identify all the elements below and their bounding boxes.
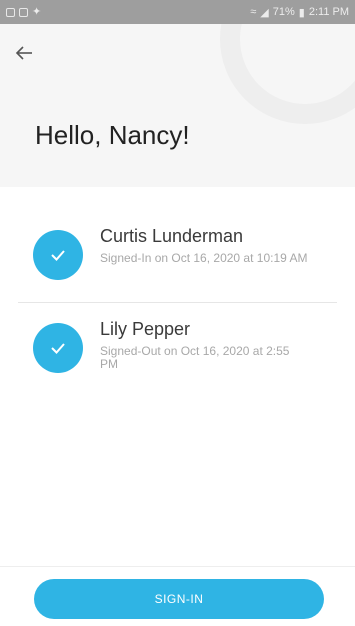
entry-name: Lily Pepper [100, 319, 191, 339]
entry-status: Signed-In on Oct 16, 2020 at 10:19 AM [100, 251, 308, 265]
status-notifications: ✦ [6, 5, 42, 18]
status-bar: ✦ ≈ ◢ 71% ▮ 2:11 PM [0, 0, 355, 24]
notification-icon [6, 7, 15, 17]
list-item[interactable]: Lily Pepper Signed-Out on Oct 16, 2020 a… [18, 303, 337, 395]
status-system: ≈ ◢ 71% ▮ 2:11 PM [250, 6, 349, 19]
header: Hello, Nancy! [0, 24, 355, 187]
battery-percent: 71% [272, 6, 295, 18]
entry-status: Signed-Out on Oct 16, 2020 at 2:55 PM [100, 344, 290, 371]
page-title: Hello, Nancy! [35, 120, 190, 150]
list-item[interactable]: Curtis Lunderman Signed-In on Oct 16, 20… [18, 210, 337, 302]
entry-name: Curtis Lunderman [100, 226, 244, 246]
back-arrow-icon [15, 46, 32, 60]
check-icon [33, 230, 83, 280]
visitor-list: Curtis Lunderman Signed-In on Oct 16, 20… [0, 210, 355, 395]
back-button[interactable] [14, 42, 36, 64]
decorative-ring [220, 24, 355, 124]
sign-in-button[interactable]: SIGN-IN [34, 579, 324, 619]
check-icon [33, 323, 83, 373]
signal-icon: ◢ [260, 6, 269, 19]
image-icon [19, 7, 28, 17]
battery-icon: ▮ [298, 6, 305, 19]
wifi-icon: ≈ [250, 6, 257, 18]
twitter-icon: ✦ [32, 5, 42, 18]
footer: SIGN-IN [0, 566, 355, 626]
status-time: 2:11 PM [308, 6, 349, 18]
